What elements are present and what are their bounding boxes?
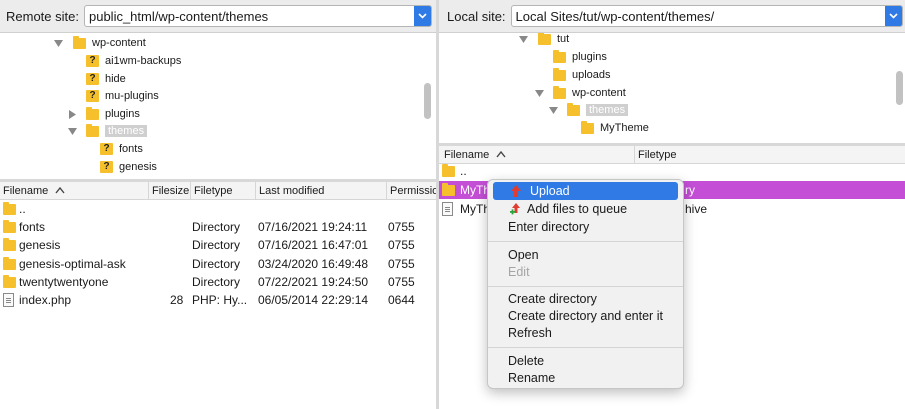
unknown-folder-icon: ? xyxy=(86,55,99,67)
menu-separator xyxy=(488,241,683,242)
expanded-triangle-icon[interactable] xyxy=(547,104,559,116)
folder-icon xyxy=(73,35,86,49)
folder-icon xyxy=(3,220,16,233)
table-row[interactable]: .. xyxy=(439,162,905,180)
menu-item-upload[interactable]: Upload xyxy=(493,182,678,200)
folder-icon xyxy=(86,123,99,137)
folder-icon xyxy=(553,49,566,63)
menu-item-create-directory-and-enter[interactable]: Create directory and enter it xyxy=(493,307,678,325)
folder-icon xyxy=(3,257,16,270)
remote-pane: Remote site: public_html/wp-content/them… xyxy=(0,0,436,409)
chevron-down-icon[interactable] xyxy=(885,6,902,26)
column-filetype[interactable]: Filetype xyxy=(191,182,256,200)
folder-icon xyxy=(442,183,455,196)
table-row[interactable]: .. xyxy=(0,200,436,218)
folder-icon xyxy=(442,164,455,177)
local-directory-tree: tut plugins uploads wp-content themes My… xyxy=(439,33,905,143)
menu-item-enter-directory[interactable]: Enter directory xyxy=(493,218,678,236)
folder-icon xyxy=(86,106,99,120)
table-row[interactable]: fonts Directory 07/16/2021 19:24:11 0755 xyxy=(0,218,436,236)
local-site-bar: Local site: Local Sites/tut/wp-content/t… xyxy=(439,0,905,33)
folder-icon xyxy=(553,67,566,81)
remote-site-label: Remote site: xyxy=(6,8,79,24)
tree-item-genesis[interactable]: ? genesis xyxy=(100,158,157,176)
folder-icon xyxy=(567,102,580,116)
unknown-folder-icon: ? xyxy=(100,161,113,173)
unknown-folder-icon: ? xyxy=(86,90,99,102)
tree-item-hide[interactable]: ? hide xyxy=(86,70,126,88)
menu-item-rename[interactable]: Rename xyxy=(493,369,678,387)
table-row[interactable]: genesis Directory 07/16/2021 16:47:01 07… xyxy=(0,236,436,254)
column-filesize[interactable]: Filesize xyxy=(149,182,191,200)
chevron-down-icon[interactable] xyxy=(414,6,431,26)
archive-file-icon xyxy=(442,202,453,216)
tree-item-fonts[interactable]: ? fonts xyxy=(100,140,143,158)
collapsed-triangle-icon[interactable] xyxy=(66,108,78,120)
expanded-triangle-icon[interactable] xyxy=(66,125,78,137)
tree-item-mytheme[interactable]: MyTheme xyxy=(581,119,649,137)
menu-separator xyxy=(488,347,683,348)
local-site-label: Local site: xyxy=(447,8,506,24)
add-to-queue-icon xyxy=(510,203,520,215)
column-filename[interactable]: Filename xyxy=(0,182,149,200)
table-row[interactable]: twentytwentyone Directory 07/22/2021 19:… xyxy=(0,273,436,291)
table-row[interactable]: genesis-optimal-ask Directory 03/24/2020… xyxy=(0,255,436,273)
unknown-folder-icon: ? xyxy=(86,73,99,85)
tree-item-themes[interactable]: themes xyxy=(66,122,148,140)
menu-item-delete[interactable]: Delete xyxy=(493,352,678,370)
folder-icon xyxy=(3,202,16,215)
local-site-path[interactable]: Local Sites/tut/wp-content/themes/ xyxy=(516,9,715,24)
menu-item-edit: Edit xyxy=(508,265,530,279)
remote-site-path[interactable]: public_html/wp-content/themes xyxy=(89,9,268,24)
remote-file-list-header: Filename Filesize Filetype Last modified… xyxy=(0,182,436,200)
tree-item-ai1wm-backups[interactable]: ? ai1wm-backups xyxy=(86,52,181,70)
folder-icon xyxy=(3,275,16,288)
local-site-path-combo[interactable]: Local Sites/tut/wp-content/themes/ xyxy=(510,5,903,27)
remote-site-path-combo[interactable]: public_html/wp-content/themes xyxy=(83,5,432,27)
column-permissions[interactable]: Permissio xyxy=(387,182,436,200)
expanded-triangle-icon[interactable] xyxy=(52,37,64,49)
folder-icon xyxy=(553,85,566,99)
tree-item-uploads[interactable]: uploads xyxy=(553,66,611,84)
menu-item-create-directory[interactable]: Create directory xyxy=(493,290,678,308)
menu-item-refresh[interactable]: Refresh xyxy=(493,324,678,342)
upload-arrow-icon xyxy=(511,185,521,197)
expanded-triangle-icon[interactable] xyxy=(533,87,545,99)
menu-item-add-files-to-queue[interactable]: Add files to queue xyxy=(493,200,678,218)
php-file-icon xyxy=(3,293,14,307)
tree-item-themes[interactable]: themes xyxy=(547,101,629,119)
tree-item-plugins[interactable]: plugins xyxy=(66,105,140,123)
remote-directory-tree: wp-content ? ai1wm-backups ? hide ? mu-p… xyxy=(0,33,436,179)
table-row[interactable]: index.php 28 PHP: Hy... 06/05/2014 22:29… xyxy=(0,291,436,309)
remote-site-bar: Remote site: public_html/wp-content/them… xyxy=(0,0,436,33)
column-last-modified[interactable]: Last modified xyxy=(256,182,387,200)
menu-item-open[interactable]: Open xyxy=(493,246,678,264)
tree-item-wp-content[interactable]: wp-content xyxy=(52,34,146,52)
sort-ascending-icon xyxy=(55,186,65,194)
tree-item-mu-plugins[interactable]: ? mu-plugins xyxy=(86,87,159,105)
tree-item-tut[interactable]: tut xyxy=(517,33,569,48)
menu-separator xyxy=(488,286,683,287)
folder-icon xyxy=(581,120,594,134)
remote-file-list: Filename Filesize Filetype Last modified… xyxy=(0,182,436,409)
tree-item-plugins[interactable]: plugins xyxy=(553,48,607,66)
tree-item-wp-content[interactable]: wp-content xyxy=(533,84,626,102)
tree-scrollbar[interactable] xyxy=(896,71,903,105)
folder-icon xyxy=(538,33,551,45)
unknown-folder-icon: ? xyxy=(100,143,113,155)
expanded-triangle-icon[interactable] xyxy=(517,33,529,45)
folder-icon xyxy=(3,238,16,251)
sort-ascending-icon xyxy=(496,150,506,158)
context-menu: Upload Add files to queue Enter director… xyxy=(487,179,684,389)
tree-scrollbar[interactable] xyxy=(424,83,431,119)
